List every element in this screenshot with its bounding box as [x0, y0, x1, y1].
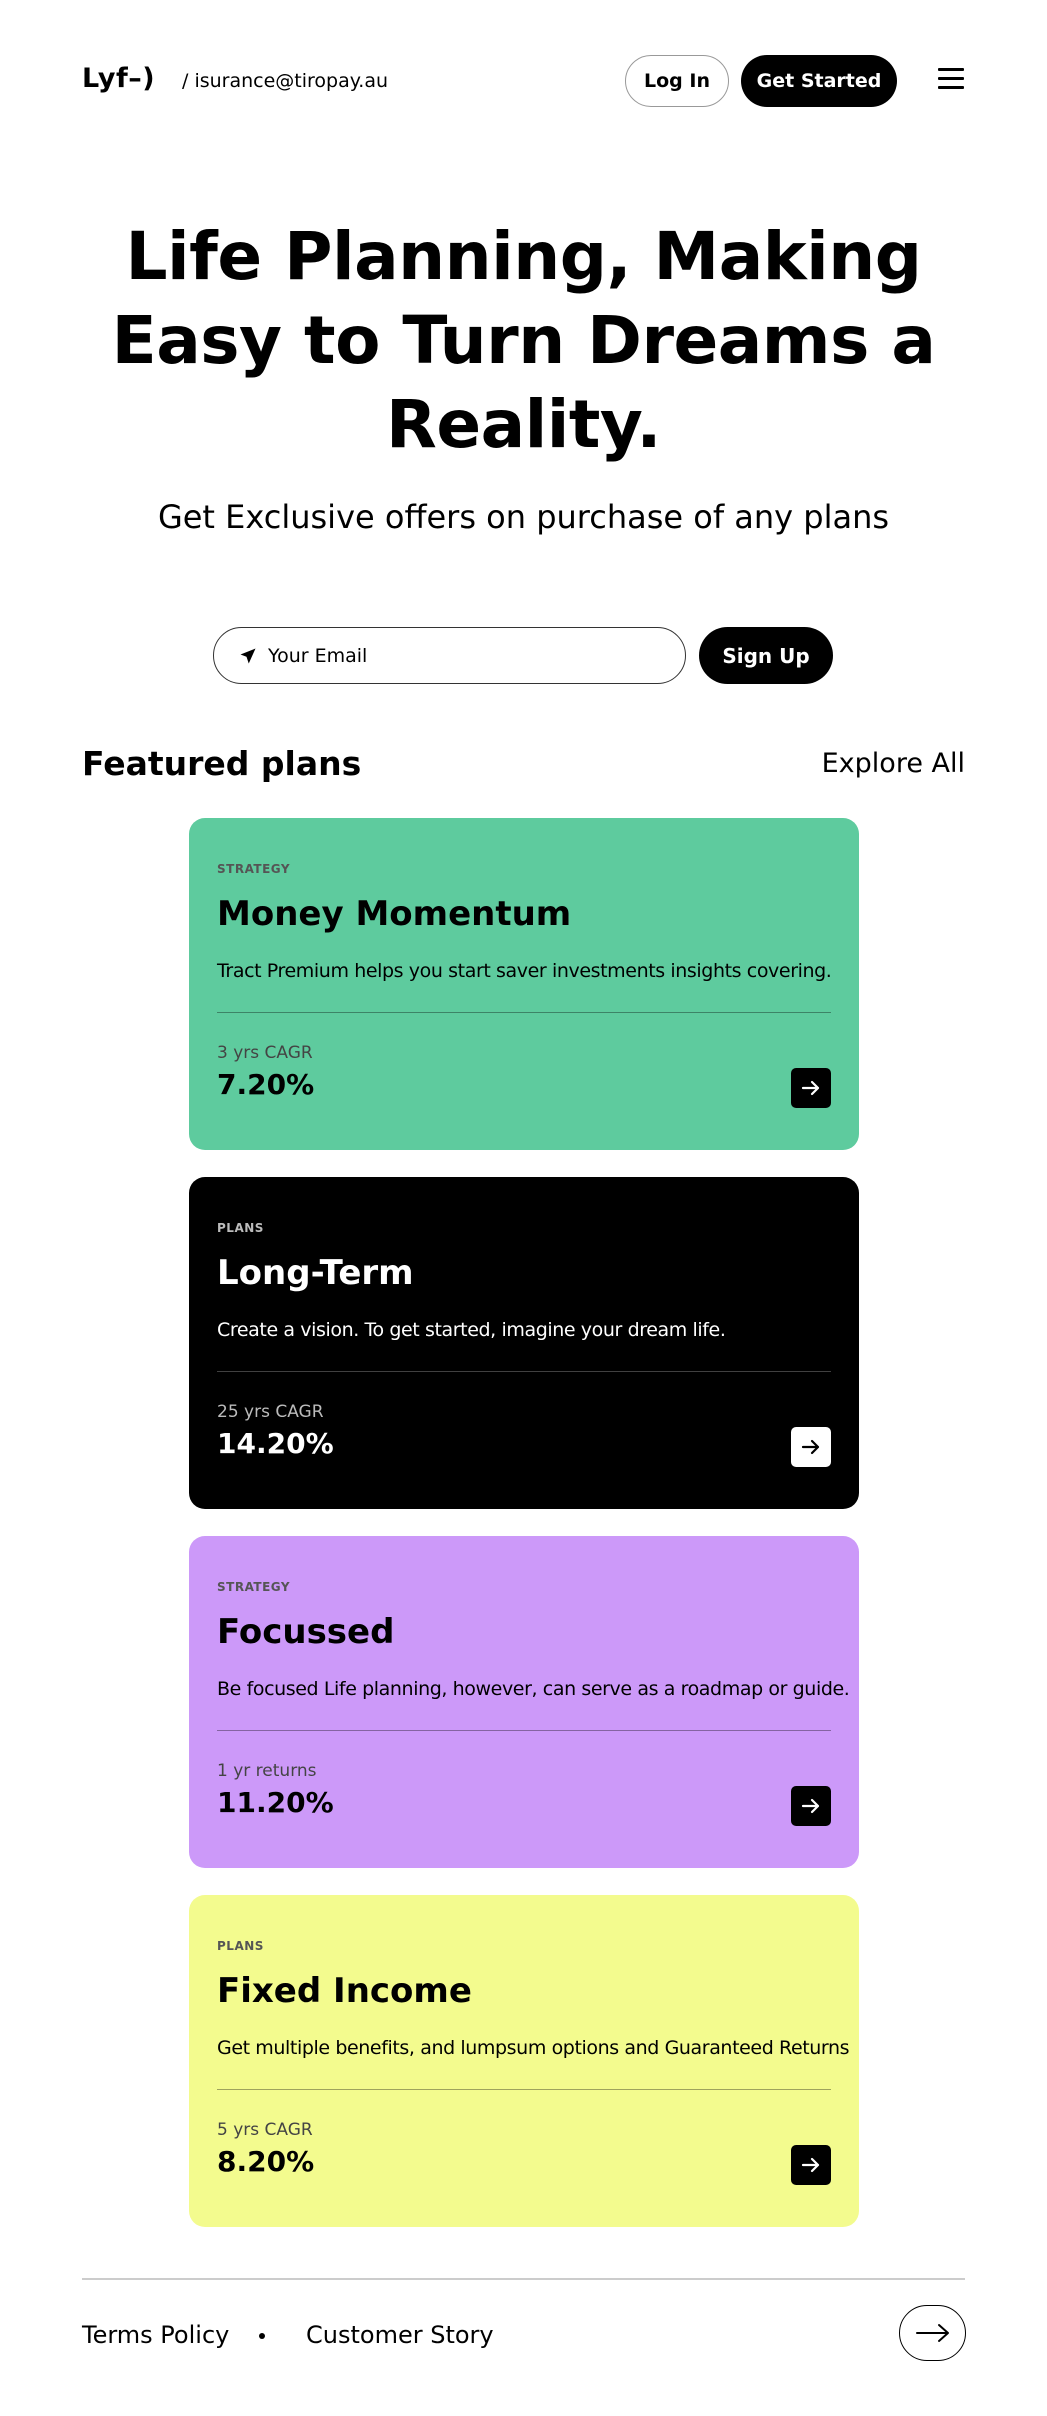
- footer-separator-dot: [259, 2333, 265, 2339]
- plan-open-button[interactable]: [791, 2145, 831, 2185]
- plan-description: Get multiple benefits, and lumpsum optio…: [217, 2037, 850, 2059]
- plan-divider: [217, 1730, 831, 1731]
- plan-description: Create a vision. To get started, imagine…: [217, 1319, 726, 1341]
- arrow-right-icon: [915, 2324, 949, 2342]
- arrow-right-icon: [801, 2157, 820, 2173]
- plan-tag: STRATEGY: [217, 1580, 291, 1594]
- login-button[interactable]: Log In: [625, 55, 729, 107]
- get-started-button[interactable]: Get Started: [741, 55, 897, 107]
- hero-title: Life Planning, Making Easy to Turn Dream…: [111, 218, 936, 463]
- plan-metric-value: 7.20%: [217, 1068, 315, 1101]
- arrow-right-icon: [801, 1080, 820, 1096]
- plan-description: Tract Premium helps you start saver inve…: [217, 960, 832, 982]
- plan-tag: PLANS: [217, 1939, 264, 1953]
- plan-title: Fixed Income: [217, 1971, 472, 2011]
- plan-title: Focussed: [217, 1612, 395, 1652]
- plan-metric-label: 3 yrs CAGR: [217, 1043, 313, 1063]
- plan-metric-label: 1 yr returns: [217, 1761, 317, 1781]
- arrow-right-icon: [801, 1439, 820, 1455]
- plan-tag: PLANS: [217, 1221, 264, 1235]
- plan-divider: [217, 1012, 831, 1013]
- plan-card[interactable]: STRATEGY Money Momentum Tract Premium help…: [189, 818, 859, 1150]
- signup-form: Sign Up: [213, 627, 833, 685]
- plan-metric-value: 14.20%: [217, 1427, 334, 1460]
- hero-subtitle: Get Exclusive offers on purchase of any …: [157, 498, 890, 536]
- plan-metric-label: 25 yrs CAGR: [217, 1402, 324, 1422]
- site-header: Lyf–) / isurance@tiropay.au Log In Get S…: [0, 0, 1047, 160]
- explore-all-link[interactable]: Explore All: [822, 748, 965, 779]
- footer-arrow-button[interactable]: [899, 2305, 966, 2361]
- plan-card[interactable]: STRATEGY Focussed Be focused Life planning…: [189, 1536, 859, 1868]
- paper-plane-icon: [240, 648, 256, 664]
- email-input[interactable]: [268, 638, 668, 674]
- plan-divider: [217, 2089, 831, 2090]
- customer-story-link[interactable]: Customer Story: [306, 2321, 494, 2349]
- plan-metric-label: 5 yrs CAGR: [217, 2120, 313, 2140]
- logo[interactable]: Lyf–): [82, 63, 155, 94]
- featured-plans-title: Featured plans: [82, 744, 362, 783]
- plan-divider: [217, 1371, 831, 1372]
- plan-card[interactable]: PLANS Long-Term Create a vision. To get st…: [189, 1177, 859, 1509]
- plan-metric-value: 8.20%: [217, 2145, 315, 2178]
- plan-tag: STRATEGY: [217, 862, 291, 876]
- plan-card[interactable]: PLANS Fixed Income Get multiple benefits, …: [189, 1895, 859, 2227]
- plan-title: Money Momentum: [217, 894, 572, 934]
- plan-open-button[interactable]: [791, 1786, 831, 1826]
- plan-title: Long-Term: [217, 1253, 414, 1293]
- plan-description: Be focused Life planning, however, can s…: [217, 1678, 850, 1700]
- arrow-right-icon: [801, 1798, 820, 1814]
- hamburger-menu-icon[interactable]: [938, 68, 964, 92]
- plan-open-button[interactable]: [791, 1427, 831, 1467]
- plan-metric-value: 11.20%: [217, 1786, 334, 1819]
- terms-policy-link[interactable]: Terms Policy: [82, 2321, 229, 2349]
- plan-open-button[interactable]: [791, 1068, 831, 1108]
- contact-email[interactable]: / isurance@tiropay.au: [182, 70, 388, 92]
- signup-button[interactable]: Sign Up: [699, 627, 833, 684]
- footer-divider: [82, 2278, 965, 2280]
- email-field-wrapper[interactable]: [213, 627, 686, 684]
